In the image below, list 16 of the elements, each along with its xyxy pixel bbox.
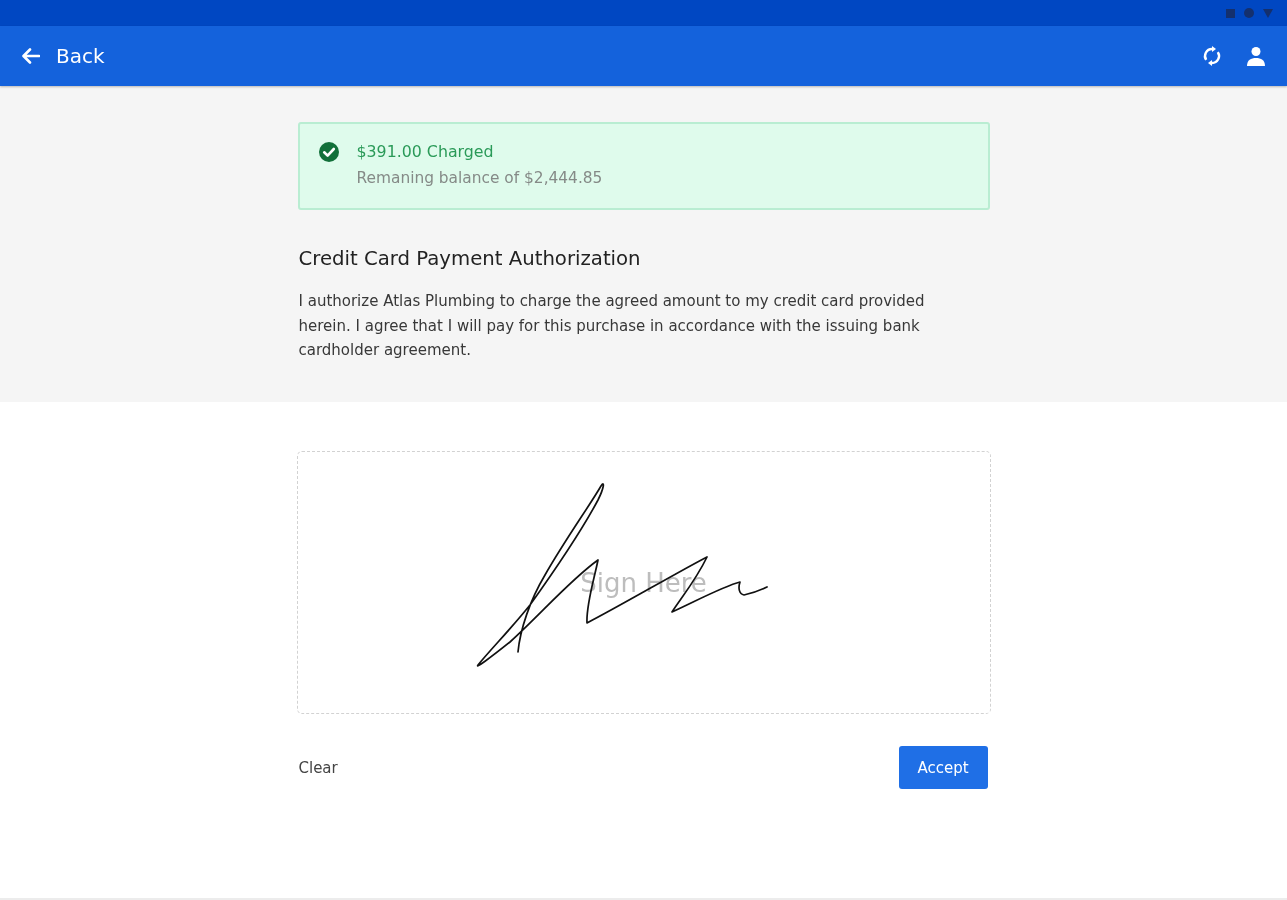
clear-button[interactable]: Clear: [298, 754, 338, 781]
account-button[interactable]: [1245, 45, 1267, 67]
sync-button[interactable]: [1201, 45, 1223, 67]
section-heading: Credit Card Payment Authorization: [298, 246, 641, 272]
accept-button[interactable]: Accept: [898, 746, 988, 789]
alert-title: $391.00 Charged: [356, 142, 495, 162]
triangle-icon: [1263, 8, 1273, 18]
person-icon: [1246, 46, 1266, 66]
check-circle-icon: [318, 142, 339, 162]
back-arrow-icon: [22, 48, 40, 64]
alert-message: Remaning balance of $2,444.85: [356, 168, 603, 188]
sync-icon: [1202, 46, 1222, 66]
circle-icon: [1244, 8, 1254, 18]
authorization-text: I authorize Atlas Plumbing to charge the agreed amount to my credit card provided herein. I agree that I will pay for this purchase in accordance with the issuing bank cardholder agreement.: [298, 291, 926, 361]
back-button[interactable]: Back: [22, 40, 105, 72]
square-icon: [1226, 8, 1235, 18]
